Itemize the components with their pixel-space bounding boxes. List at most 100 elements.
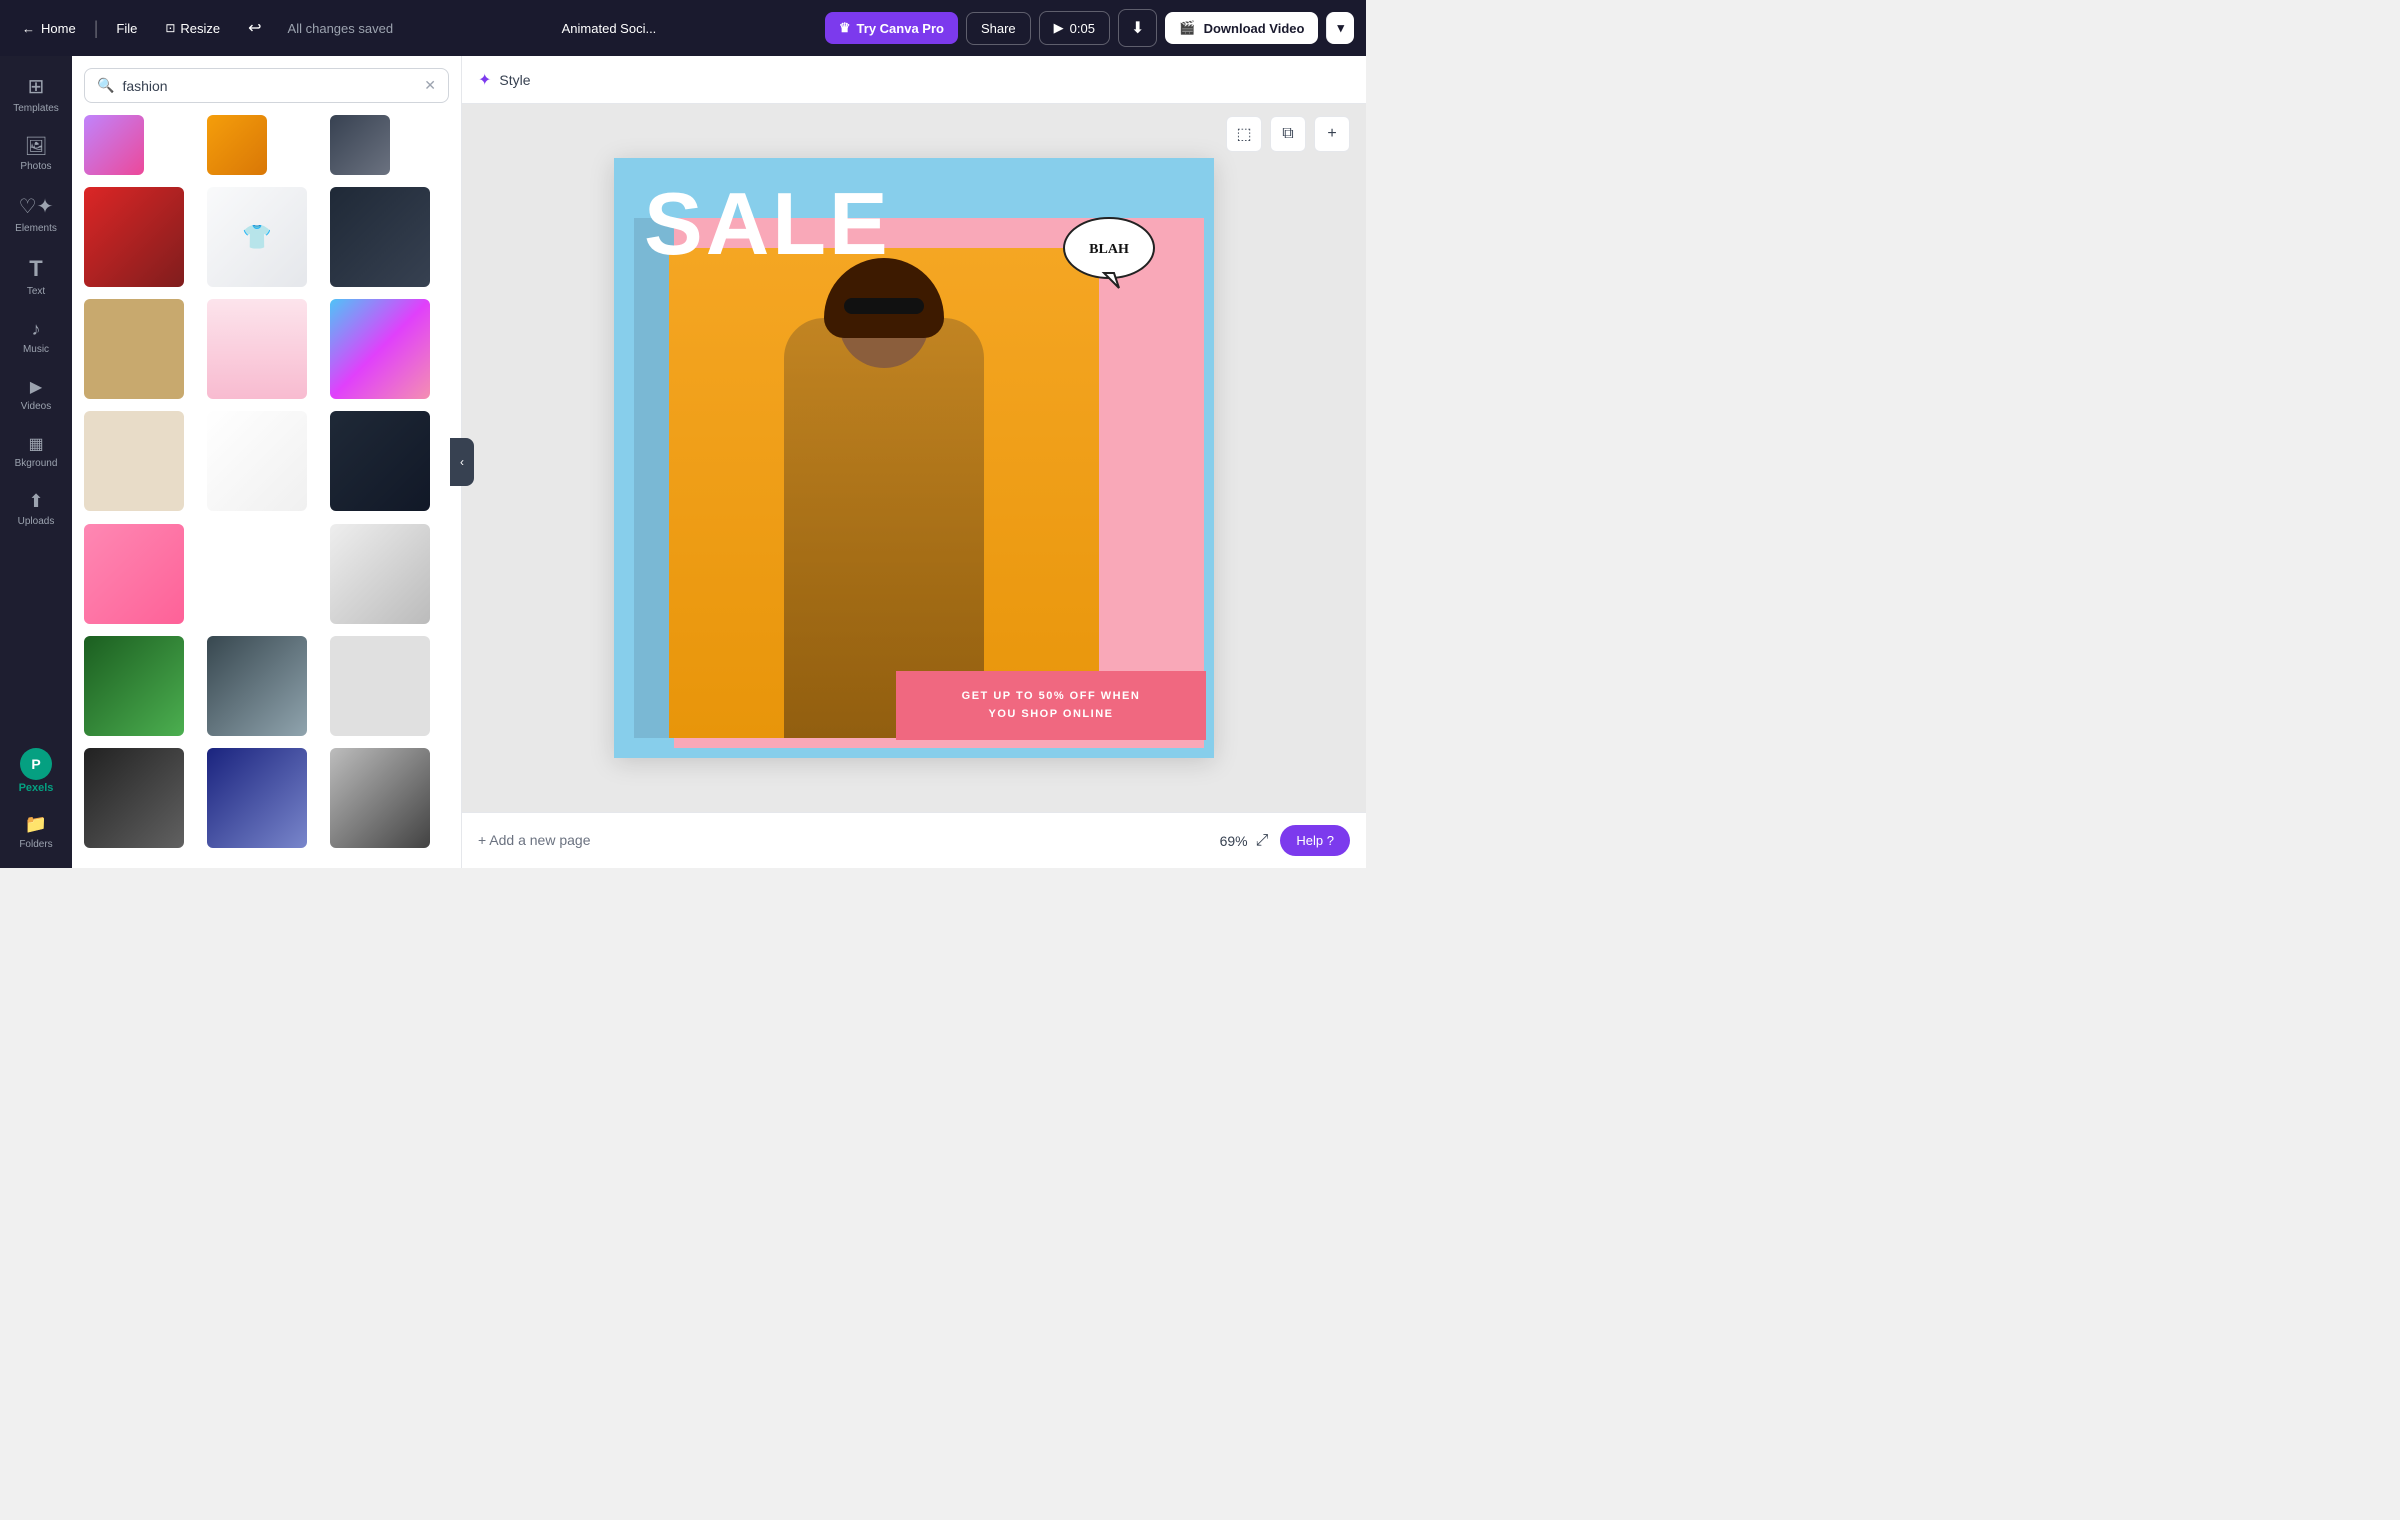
list-item[interactable]: 👕 (207, 187, 307, 287)
share-label: Share (981, 21, 1016, 36)
sidebar-item-videos[interactable]: ▶ Videos (4, 367, 68, 422)
undo-button[interactable]: ↩ (238, 12, 271, 44)
sale-text: SALE (644, 180, 891, 268)
collapse-icon: ‹ (460, 455, 464, 469)
list-item[interactable] (207, 299, 307, 399)
save-status: All changes saved (288, 21, 394, 36)
magic-style-icon: ✦ (478, 70, 491, 90)
uploads-icon: ⬆ (28, 491, 43, 512)
download-video-label: Download Video (1204, 21, 1305, 36)
panel-collapse-handle[interactable]: ‹ (450, 438, 474, 486)
left-sidebar: ⊞ Templates 🖼 Photos ♡✦ Elements T Text … (0, 56, 72, 868)
frame-tool-button[interactable]: ⬚ (1226, 116, 1262, 152)
sidebar-item-music[interactable]: ♪ Music (4, 309, 68, 365)
list-item[interactable] (330, 411, 430, 511)
crown-icon: ♛ (839, 20, 851, 36)
download-video-button[interactable]: 🎬 Download Video (1165, 12, 1318, 44)
topbar-divider: | (94, 18, 99, 39)
download-video-caret-button[interactable]: ▾ (1326, 12, 1354, 44)
photo-grid: 👕 (72, 115, 461, 868)
play-time: 0:05 (1070, 21, 1095, 36)
canvas-area: ✦ Style ⬚ ⧉ + (462, 56, 1366, 868)
main-layout: ⊞ Templates 🖼 Photos ♡✦ Elements T Text … (0, 56, 1366, 868)
add-page-label[interactable]: + Add a new page (478, 832, 591, 848)
canvas-image-area[interactable] (669, 248, 1099, 738)
canvas-promo-strip: GET UP TO 50% OFF WHEN YOU SHOP ONLINE (896, 671, 1206, 740)
project-title[interactable]: Animated Soci... (562, 21, 657, 36)
sidebar-item-uploads-label: Uploads (18, 516, 55, 527)
add-page-area[interactable]: + Add a new page (478, 832, 1220, 850)
pexels-badge[interactable]: P Pexels (11, 740, 62, 802)
caret-down-icon: ▾ (1337, 20, 1344, 35)
resize-icon: ⊡ (165, 21, 175, 35)
search-icon: 🔍 (97, 77, 114, 94)
media-panel: 🔍 ✕ 👕 (72, 56, 462, 868)
list-item[interactable] (84, 411, 184, 511)
search-input[interactable] (122, 78, 416, 94)
sidebar-item-uploads[interactable]: ⬆ Uploads (4, 481, 68, 537)
music-icon: ♪ (32, 319, 41, 340)
list-item[interactable] (84, 299, 184, 399)
background-icon: ▦ (28, 434, 43, 454)
list-item[interactable] (84, 187, 184, 287)
sidebar-item-background-label: Bkground (15, 458, 58, 469)
sidebar-item-folders-label: Folders (19, 839, 52, 850)
copy-tool-button[interactable]: ⧉ (1270, 116, 1306, 152)
media-panel-wrapper: 🔍 ✕ 👕 (72, 56, 462, 868)
list-item[interactable] (330, 748, 430, 848)
canvas-container[interactable]: ⬚ ⧉ + (462, 104, 1366, 812)
speech-bubble: BLAH (1059, 213, 1159, 293)
sidebar-item-folders[interactable]: 📁 Folders (4, 804, 68, 860)
design-canvas[interactable]: SALE BLAH GET UP TO 50% OFF WHEN YOU SHO… (614, 158, 1214, 758)
list-item[interactable] (330, 115, 390, 175)
list-item[interactable] (330, 636, 430, 736)
list-item[interactable] (84, 636, 184, 736)
add-tool-button[interactable]: + (1314, 116, 1350, 152)
sidebar-item-photos[interactable]: 🖼 Photos (4, 126, 68, 182)
zoom-expand-button[interactable]: ⤢ (1256, 832, 1269, 850)
sidebar-item-templates[interactable]: ⊞ Templates (4, 64, 68, 124)
help-button[interactable]: Help ? (1280, 825, 1350, 856)
topbar: ← Home | File ⊡ Resize ↩ All changes sav… (0, 0, 1366, 56)
pexels-icon: P (20, 748, 52, 780)
download-icon-button[interactable]: ⬇ (1118, 9, 1157, 47)
pexels-label: Pexels (19, 782, 54, 794)
list-item[interactable] (330, 299, 430, 399)
sidebar-item-elements-label: Elements (15, 223, 57, 234)
pexels-letter: P (31, 756, 40, 772)
sidebar-item-text-label: Text (27, 286, 45, 297)
list-item[interactable] (207, 748, 307, 848)
sidebar-item-text[interactable]: T Text (4, 246, 68, 307)
sidebar-item-videos-label: Videos (21, 401, 51, 412)
templates-icon: ⊞ (28, 74, 45, 99)
clear-icon[interactable]: ✕ (424, 77, 436, 94)
list-item[interactable] (207, 411, 307, 511)
share-button[interactable]: Share (966, 12, 1031, 45)
list-item[interactable] (207, 115, 267, 175)
list-item[interactable] (330, 524, 430, 624)
sidebar-item-background[interactable]: ▦ Bkground (4, 424, 68, 479)
elements-icon: ♡✦ (19, 194, 54, 219)
try-pro-button[interactable]: ♛ Try Canva Pro (825, 12, 958, 44)
list-item[interactable] (330, 187, 430, 287)
resize-button[interactable]: ⊡ Resize (155, 15, 230, 42)
help-label: Help ? (1296, 833, 1334, 848)
play-button[interactable]: ▶ 0:05 (1039, 11, 1110, 45)
file-label: File (116, 21, 137, 36)
home-arrow-icon: ← (22, 21, 35, 36)
bottom-bar: + Add a new page 69% ⤢ Help ? (462, 812, 1366, 868)
sidebar-item-elements[interactable]: ♡✦ Elements (4, 184, 68, 244)
zoom-level: 69% (1220, 833, 1248, 849)
home-label: Home (41, 21, 76, 36)
photos-icon: 🖼 (25, 136, 48, 157)
style-bar-label: Style (499, 72, 530, 88)
list-item[interactable] (84, 115, 144, 175)
file-button[interactable]: File (106, 15, 147, 42)
list-item[interactable] (207, 636, 307, 736)
home-button[interactable]: ← Home (12, 15, 86, 42)
canvas-tools: ⬚ ⧉ + (1226, 116, 1350, 152)
add-icon: + (1327, 125, 1336, 143)
videos-icon: ▶ (30, 377, 42, 397)
list-item[interactable] (84, 748, 184, 848)
list-item[interactable] (84, 524, 184, 624)
